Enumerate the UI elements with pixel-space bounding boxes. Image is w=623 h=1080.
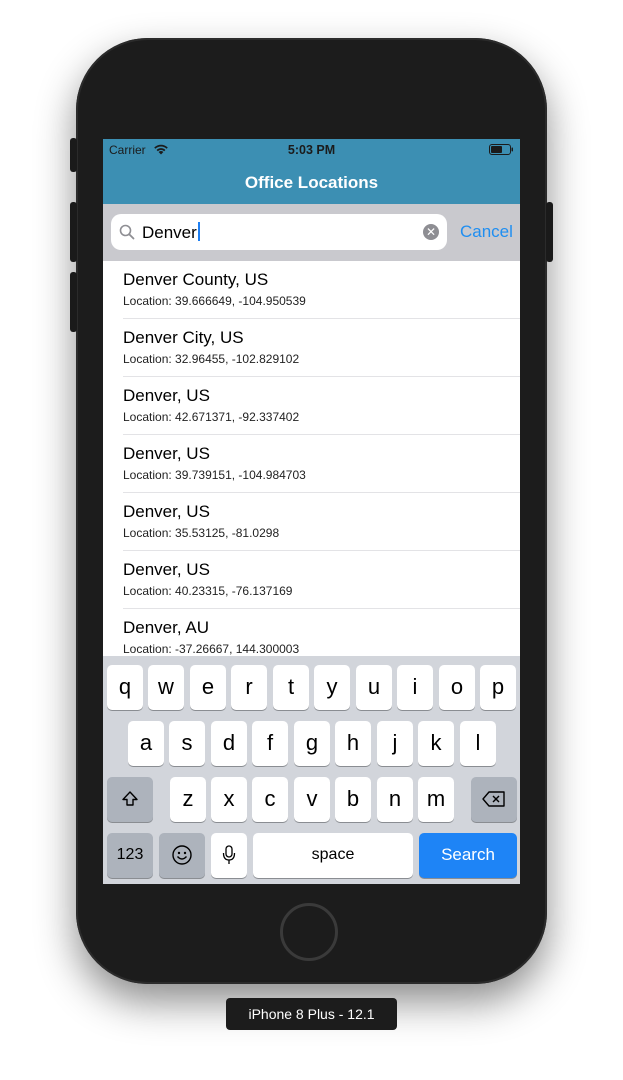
list-item-location: Location: 40.23315, -76.137169	[123, 584, 293, 598]
list-item-location: Location: 39.739151, -104.984703	[123, 468, 306, 482]
list-item-title: Denver, US	[123, 560, 210, 579]
page-title: Office Locations	[244, 173, 379, 192]
list-item-title: Denver, US	[123, 502, 210, 521]
shift-icon	[122, 791, 138, 806]
list-item[interactable]: Denver, US Location: 35.53125, -81.0298	[123, 493, 520, 551]
search-input-value[interactable]: Denver	[142, 222, 200, 243]
search-icon	[119, 224, 135, 240]
key-u[interactable]: u	[356, 665, 392, 710]
key-e[interactable]: e	[190, 665, 226, 710]
list-item-location: Location: 42.671371, -92.337402	[123, 410, 300, 424]
list-item[interactable]: Denver, US Location: 39.739151, -104.984…	[123, 435, 520, 493]
status-time: 5:03 PM	[287, 143, 336, 157]
key-h[interactable]: h	[335, 721, 371, 766]
key-w[interactable]: w	[148, 665, 184, 710]
key-o[interactable]: o	[439, 665, 475, 710]
key-j[interactable]: j	[377, 721, 413, 766]
key-y[interactable]: y	[314, 665, 350, 710]
search-key[interactable]: Search	[419, 833, 517, 878]
power-button	[546, 202, 553, 262]
navigation-bar: Office Locations	[103, 161, 520, 204]
search-input[interactable]: Denver ✕	[111, 214, 447, 250]
list-item-location: Location: 39.666649, -104.950539	[123, 294, 306, 308]
delete-icon	[482, 791, 505, 807]
list-item-title: Denver, US	[123, 444, 210, 463]
key-k[interactable]: k	[418, 721, 454, 766]
list-item-title: Denver, AU	[123, 618, 209, 637]
key-a[interactable]: a	[128, 721, 164, 766]
list-item-location: Location: 35.53125, -81.0298	[123, 526, 280, 540]
list-item[interactable]: Denver City, US Location: 32.96455, -102…	[123, 319, 520, 377]
list-item[interactable]: Denver, US Location: 40.23315, -76.13716…	[123, 551, 520, 609]
list-item[interactable]: Denver, US Location: 42.671371, -92.3374…	[123, 377, 520, 435]
key-z[interactable]: z	[170, 777, 206, 822]
key-x[interactable]: x	[211, 777, 247, 822]
key-v[interactable]: v	[294, 777, 330, 822]
volume-up-button	[70, 202, 77, 262]
list-item-location: Location: 32.96455, -102.829102	[123, 352, 300, 366]
search-bar: Denver ✕ Cancel	[103, 204, 520, 261]
key-q[interactable]: q	[107, 665, 143, 710]
list-item-title: Denver, US	[123, 386, 210, 405]
mute-switch	[70, 138, 77, 172]
key-l[interactable]: l	[460, 721, 496, 766]
list-item-location: Location: -37.26667, 144.300003	[123, 642, 300, 656]
key-r[interactable]: r	[231, 665, 267, 710]
clear-icon[interactable]: ✕	[423, 224, 439, 240]
key-p[interactable]: p	[480, 665, 516, 710]
status-bar: Carrier 5:03 PM	[103, 139, 520, 161]
delete-key[interactable]	[471, 777, 517, 822]
key-b[interactable]: b	[335, 777, 371, 822]
text-cursor	[197, 222, 200, 241]
key-f[interactable]: f	[252, 721, 288, 766]
device-label: iPhone 8 Plus - 12.1	[226, 998, 397, 1030]
key-t[interactable]: t	[273, 665, 309, 710]
numbers-key[interactable]: 123	[107, 833, 153, 878]
space-key[interactable]: space	[253, 833, 413, 878]
list-item-title: Denver City, US	[123, 328, 244, 347]
key-i[interactable]: i	[397, 665, 433, 710]
cancel-button[interactable]: Cancel	[460, 222, 513, 242]
list-item-title: Denver County, US	[123, 270, 269, 289]
shift-key[interactable]	[107, 777, 153, 822]
home-button[interactable]	[280, 903, 338, 961]
key-d[interactable]: d	[211, 721, 247, 766]
key-s[interactable]: s	[169, 721, 205, 766]
key-g[interactable]: g	[294, 721, 330, 766]
dictation-key[interactable]	[211, 833, 247, 878]
key-n[interactable]: n	[377, 777, 413, 822]
emoji-icon	[172, 845, 192, 865]
screen: Carrier 5:03 PM Office Locations Denver …	[103, 139, 520, 884]
results-list: Denver County, US Location: 39.666649, -…	[103, 261, 520, 667]
battery-icon	[489, 144, 513, 155]
emoji-key[interactable]	[159, 833, 205, 878]
volume-down-button	[70, 272, 77, 332]
keyboard: q w e r t y u i o p a s d f g h j k l z …	[103, 656, 520, 884]
microphone-icon	[222, 845, 236, 864]
key-m[interactable]: m	[418, 777, 454, 822]
key-c[interactable]: c	[252, 777, 288, 822]
list-item[interactable]: Denver County, US Location: 39.666649, -…	[123, 261, 520, 319]
